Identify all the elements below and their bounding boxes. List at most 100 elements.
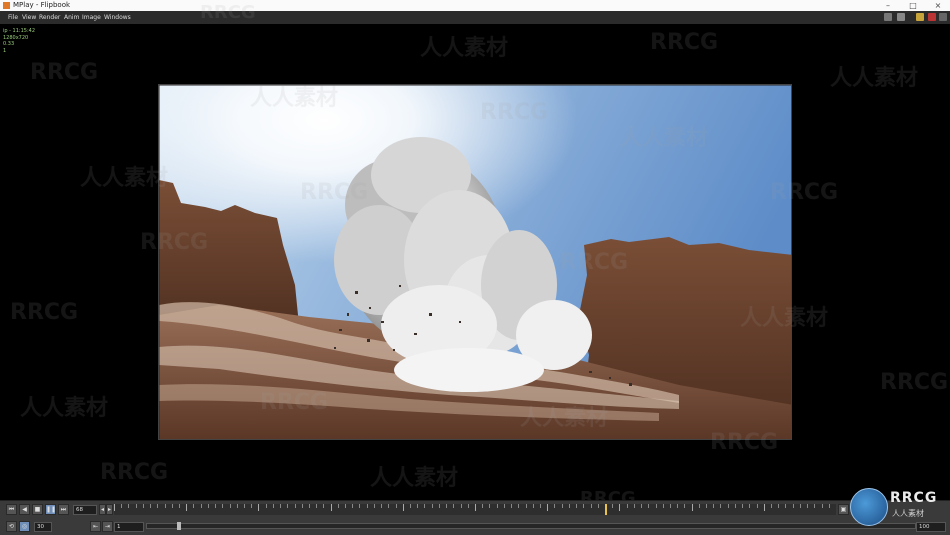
timeline-tick — [352, 504, 354, 508]
timeline-tick — [626, 504, 628, 508]
channel-menu-icon[interactable] — [939, 13, 947, 21]
go-to-end-button[interactable]: ⏭ — [58, 504, 69, 515]
timeline-tick — [482, 504, 484, 508]
timeline-tick — [763, 504, 765, 511]
menu-image[interactable]: Image — [82, 11, 101, 24]
menu-windows[interactable]: Windows — [104, 11, 131, 24]
timeline-tick — [655, 504, 657, 508]
rendered-frame-image — [158, 84, 792, 440]
timeline-tick — [410, 504, 412, 508]
timeline-tick — [547, 504, 549, 511]
timeline-tick — [778, 504, 780, 508]
playbar: ⏮ ◀ ■ ❚❚ ⏭ 68 ◂ ▸ ▣ ⟲ ◎ 30 ⇤ ⇥ 1 100 — [0, 500, 950, 535]
realtime-toggle-icon[interactable]: ◎ — [19, 521, 30, 532]
timeline-tick — [583, 504, 585, 508]
timeline-tick — [648, 504, 650, 508]
prev-key-icon[interactable]: ◂ — [99, 504, 106, 515]
timeline-ruler[interactable] — [114, 504, 836, 515]
close-icon[interactable]: × — [931, 0, 945, 11]
timeline-tick — [814, 504, 816, 508]
go-to-start-button[interactable]: ⏮ — [6, 504, 17, 515]
timeline-tick — [200, 504, 202, 508]
timeline-tick — [294, 504, 296, 508]
timeline-tick — [438, 504, 440, 508]
timeline-tick — [539, 504, 541, 508]
timeline-tick — [619, 504, 621, 511]
timeline-tick — [207, 504, 209, 508]
timeline-tick — [734, 504, 736, 508]
timeline-tick — [532, 504, 534, 508]
timeline-tick — [446, 504, 448, 508]
timeline-tick — [669, 504, 671, 508]
range-start-icon[interactable]: ⇤ — [90, 521, 101, 532]
timeline-tick — [388, 504, 390, 508]
timeline-tick — [511, 504, 513, 508]
timeline-tick — [691, 504, 693, 511]
red-channel-icon[interactable] — [928, 13, 936, 21]
logo-title: RRCG — [890, 490, 938, 506]
timeline-tick — [121, 504, 123, 508]
timeline-tick — [785, 504, 787, 508]
loop-mode-icon[interactable]: ⟲ — [6, 521, 17, 532]
timeline-tick — [489, 504, 491, 508]
timeline-tick — [417, 504, 419, 508]
timeline-tick — [280, 504, 282, 508]
timeline-tick — [612, 504, 614, 508]
snapshot-icon[interactable] — [897, 13, 905, 21]
maximize-icon[interactable]: □ — [906, 0, 920, 11]
timeline-tick — [503, 504, 505, 508]
timeline-tick — [272, 504, 274, 508]
timeline-tick — [771, 504, 773, 508]
timeline-tick — [554, 504, 556, 508]
current-frame-field[interactable]: 68 — [73, 505, 97, 515]
timeline-tick — [395, 504, 397, 508]
step-back-button[interactable]: ◀ — [19, 504, 30, 515]
timeline-tick — [171, 504, 173, 508]
timeline-tick — [316, 504, 318, 508]
rrcg-logo-emblem — [850, 488, 888, 526]
timeline-tick — [698, 504, 700, 508]
pause-button[interactable]: ❚❚ — [45, 504, 56, 515]
range-start-field[interactable]: 1 — [114, 522, 144, 532]
timeline-tick — [308, 504, 310, 508]
next-key-icon[interactable]: ▸ — [106, 504, 113, 515]
window-titlebar: MPlay - Flipbook – □ × — [0, 0, 950, 11]
timeline-tick — [828, 504, 830, 508]
fps-field[interactable]: 30 — [34, 522, 52, 532]
range-slider-thumb[interactable] — [177, 522, 181, 530]
timeline-tick — [677, 504, 679, 508]
minimize-icon[interactable]: – — [881, 0, 895, 11]
color-correct-icon[interactable] — [916, 13, 924, 21]
timeline-tick — [373, 504, 375, 508]
timeline-tick — [337, 504, 339, 508]
display-options-icon[interactable] — [884, 13, 892, 21]
logo-subtitle: 人人素材 — [892, 509, 924, 518]
menu-file[interactable]: File — [8, 11, 18, 24]
timeline-tick — [215, 504, 217, 508]
timeline-tick — [684, 504, 686, 508]
range-slider[interactable] — [146, 522, 916, 530]
timeline-tick — [641, 504, 643, 508]
timeline-tick — [150, 504, 152, 508]
menu-anim[interactable]: Anim — [64, 11, 79, 24]
stop-button[interactable]: ■ — [32, 504, 43, 515]
timeline-tick — [222, 504, 224, 508]
timeline-tick — [345, 504, 347, 508]
menu-render[interactable]: Render — [39, 11, 60, 24]
timeline-tick — [453, 504, 455, 508]
timeline-tick — [496, 504, 498, 508]
range-end-icon[interactable]: ⇥ — [102, 521, 113, 532]
timeline-tick — [633, 504, 635, 508]
window-title: MPlay - Flipbook — [13, 1, 71, 9]
info-line-time: ip - 11:15:42 — [3, 28, 36, 34]
timeline-tick — [359, 504, 361, 508]
timeline-tick — [186, 504, 188, 511]
timeline-tick — [792, 504, 794, 508]
timeline-tick — [229, 504, 231, 508]
timeline-tick — [193, 504, 195, 508]
timeline-tick — [799, 504, 801, 508]
timeline-playhead[interactable] — [604, 504, 607, 515]
timeline-tick — [720, 504, 722, 508]
timeline-tick — [243, 504, 245, 508]
menu-view[interactable]: View — [22, 11, 36, 24]
